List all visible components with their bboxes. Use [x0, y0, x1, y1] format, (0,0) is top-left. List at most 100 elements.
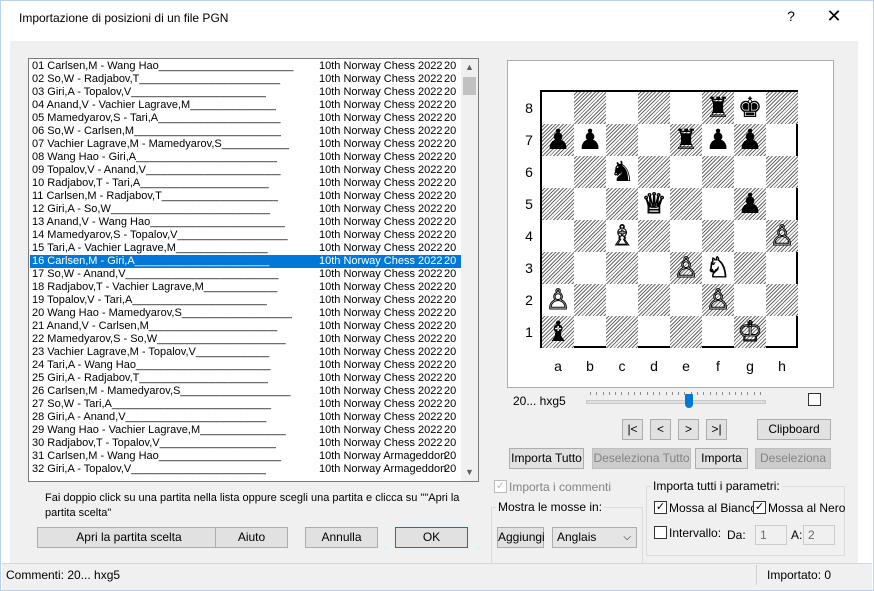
board-square[interactable] [766, 316, 798, 348]
board-square[interactable] [670, 284, 702, 316]
board-square[interactable] [670, 92, 702, 124]
board-square[interactable] [638, 252, 670, 284]
import-comments-checkbox[interactable]: ✓ [494, 480, 507, 493]
black-pawn-icon[interactable]: ♟ [574, 124, 606, 156]
list-item[interactable]: 25 Giri,A - Radjabov,T__________________… [30, 372, 462, 385]
chess-board[interactable]: ♜ ♚ ♟ ♟ ♜ ♟ ♟ ♞ ♕ ♟ ♗ ♙ ♙ ♘ ♙ ♙ ♝ ♔ [540, 90, 798, 348]
list-item[interactable]: 02 So,W - Radjabov,T____________________… [30, 73, 462, 86]
list-item[interactable]: 28 Giri,A - Anand,V_____________________… [30, 411, 462, 424]
board-square[interactable] [574, 188, 606, 220]
board-square[interactable] [766, 92, 798, 124]
first-move-button[interactable]: |< [622, 419, 643, 440]
board-square[interactable] [638, 220, 670, 252]
board-square[interactable] [574, 92, 606, 124]
list-item[interactable]: 29 Wang Hao - Vachier Lagrave,M_________… [30, 424, 462, 437]
list-item[interactable]: 05 Mamedyarov,S - Tari,A________________… [30, 112, 462, 125]
board-square[interactable] [766, 156, 798, 188]
list-item[interactable]: 24 Tari,A - Wang Hao____________________… [30, 359, 462, 372]
scroll-down-icon[interactable]: ▼ [461, 464, 478, 481]
board-square[interactable] [670, 220, 702, 252]
slider-knob[interactable] [684, 394, 693, 408]
import-button[interactable]: Importa [695, 448, 748, 469]
list-item[interactable]: 13 Anand,V - Wang Hao___________________… [30, 216, 462, 229]
board-square[interactable] [638, 156, 670, 188]
list-item[interactable]: 16 Carlsen,M - Giri,A___________________… [30, 255, 462, 268]
deselect-all-button[interactable]: Deseleziona Tutto [592, 448, 691, 469]
cancel-button[interactable]: Annulla [305, 527, 378, 548]
ok-button[interactable]: OK [395, 527, 468, 548]
board-square[interactable] [702, 156, 734, 188]
board-square[interactable] [574, 316, 606, 348]
list-item[interactable]: 19 Topalov,V - Tari,A___________________… [30, 294, 462, 307]
white-pawn-icon[interactable]: ♙ [702, 283, 734, 316]
scroll-thumb[interactable] [463, 77, 476, 95]
white-pawn-icon[interactable]: ♙ [766, 219, 798, 252]
games-list[interactable]: 32 Giri,A - Topalov,V___________________… [28, 58, 479, 482]
move-slider[interactable] [582, 388, 768, 412]
board-square[interactable] [638, 284, 670, 316]
white-pawn-icon[interactable]: ♙ [542, 283, 574, 316]
list-item[interactable]: 06 So,W - Carlsen,M_____________________… [30, 125, 462, 138]
board-square[interactable] [542, 156, 574, 188]
board-square[interactable] [766, 252, 798, 284]
list-item[interactable]: 17 So,W - Anand,V_______________________… [30, 268, 462, 281]
board-square[interactable] [606, 92, 638, 124]
board-square[interactable] [606, 188, 638, 220]
white-move-checkbox[interactable]: ✓ [654, 501, 667, 514]
import-all-button[interactable]: Importa Tutto [509, 448, 584, 469]
list-item[interactable]: 08 Wang Hao - Giri,A____________________… [30, 151, 462, 164]
list-item[interactable]: 09 Topalov,V - Anand,V__________________… [30, 164, 462, 177]
from-input[interactable]: 1 [755, 525, 787, 545]
board-square[interactable] [734, 284, 766, 316]
board-square[interactable] [606, 316, 638, 348]
board-square[interactable] [670, 156, 702, 188]
black-pawn-icon[interactable]: ♟ [734, 188, 766, 220]
list-item[interactable]: 23 Vachier Lagrave,M - Topalov,V________… [30, 346, 462, 359]
black-pawn-icon[interactable]: ♟ [734, 124, 766, 156]
notation-select[interactable]: Anglais ⌵ [552, 527, 637, 548]
list-scrollbar[interactable]: ▲ ▼ [461, 59, 478, 481]
board-square[interactable] [574, 220, 606, 252]
list-item[interactable]: 18 Radjabov,T - Vachier Lagrave,M_______… [30, 281, 462, 294]
list-item[interactable]: 14 Mamedyarov,S - Topalov,V_____________… [30, 229, 462, 242]
black-knight-icon[interactable]: ♞ [606, 156, 638, 188]
board-square[interactable] [542, 252, 574, 284]
close-icon[interactable]: ✕ [819, 5, 849, 27]
list-item[interactable]: 04 Anand,V - Vachier Lagrave,M__________… [30, 99, 462, 112]
board-square[interactable] [542, 188, 574, 220]
board-square[interactable] [766, 284, 798, 316]
black-rook-icon[interactable]: ♜ [702, 92, 734, 124]
board-square[interactable] [734, 220, 766, 252]
last-move-button[interactable]: >| [706, 419, 727, 440]
board-square[interactable] [734, 156, 766, 188]
list-item[interactable]: 20 Wang Hao - Mamedyarov,S______________… [30, 307, 462, 320]
board-square[interactable] [702, 316, 734, 348]
deselect-button[interactable]: Deseleziona [755, 448, 831, 469]
to-input[interactable]: 2 [803, 525, 835, 545]
board-square[interactable] [670, 316, 702, 348]
list-item[interactable]: 03 Giri,A - Topalov,V___________________… [30, 86, 462, 99]
list-item[interactable]: 12 Giri,A - So,W________________________… [30, 203, 462, 216]
white-pawn-icon[interactable]: ♙ [670, 251, 702, 284]
board-square[interactable] [542, 92, 574, 124]
black-pawn-icon[interactable]: ♟ [702, 124, 734, 156]
list-item[interactable]: 27 So,W - Tari,A________________________… [30, 398, 462, 411]
list-item[interactable]: 01 Carlsen,M - Wang Hao_________________… [30, 60, 462, 73]
board-square[interactable] [670, 188, 702, 220]
list-item[interactable]: 11 Carlsen,M - Radjabov,T_______________… [30, 190, 462, 203]
list-item[interactable]: 21 Anand,V - Carlsen,M__________________… [30, 320, 462, 333]
white-queen-icon[interactable]: ♕ [638, 187, 670, 220]
black-bishop-icon[interactable]: ♝ [542, 316, 574, 348]
list-item[interactable]: 32 Giri,A - Topalov,V___________________… [30, 463, 462, 476]
board-square[interactable] [638, 316, 670, 348]
list-item[interactable]: 10 Radjabov,T - Tari,A__________________… [30, 177, 462, 190]
board-square[interactable] [574, 284, 606, 316]
list-item[interactable]: 26 Carlsen,M - Mamedyarov,S_____________… [30, 385, 462, 398]
help-button[interactable]: Aiuto [215, 527, 288, 548]
board-square[interactable] [638, 124, 670, 156]
board-square[interactable] [766, 124, 798, 156]
board-square[interactable] [734, 252, 766, 284]
black-pawn-icon[interactable]: ♟ [542, 124, 574, 156]
scroll-up-icon[interactable]: ▲ [461, 59, 478, 76]
list-item[interactable]: 30 Radjabov,T - Topalov,V_______________… [30, 437, 462, 450]
